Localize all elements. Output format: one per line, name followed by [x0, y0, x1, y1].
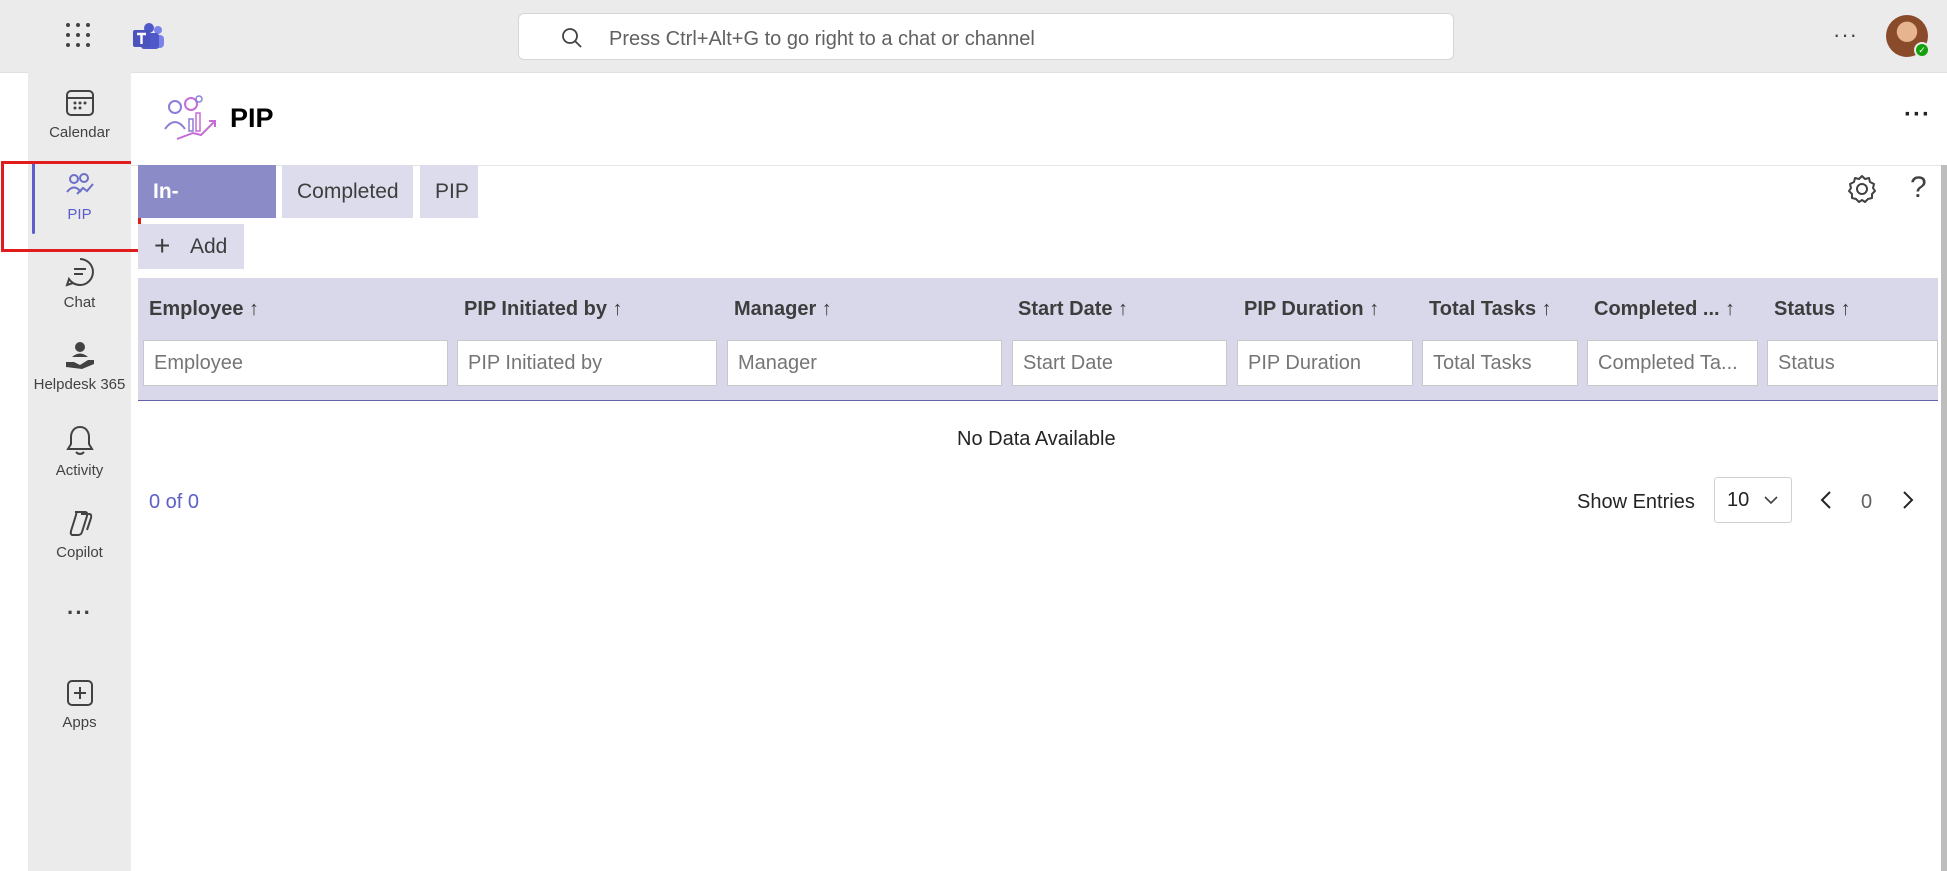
bell-icon	[65, 425, 94, 455]
column-header-completed-tasks[interactable]: Completed ... ↑	[1594, 298, 1735, 321]
more-apps-icon[interactable]: ···	[28, 600, 131, 626]
plus-icon: +	[154, 230, 171, 261]
rail-item-chat[interactable]: Chat	[28, 256, 131, 311]
rail-label-chat: Chat	[63, 294, 96, 311]
copilot-icon	[69, 511, 92, 536]
column-header-employee[interactable]: Employee ↑	[149, 298, 259, 321]
column-header-pip-duration[interactable]: PIP Duration ↑	[1244, 298, 1379, 321]
more-options-icon[interactable]: ···	[1833, 22, 1858, 48]
rail-label-apps: Apps	[62, 714, 97, 731]
gear-icon[interactable]	[1847, 174, 1877, 204]
show-entries-label: Show Entries	[1577, 491, 1695, 513]
add-label: Add	[190, 235, 228, 258]
pip-logo-icon	[164, 95, 216, 140]
rail-label-calendar: Calendar	[49, 124, 110, 141]
app-header: PIP ···	[131, 73, 1947, 166]
column-header-pip-initiated-by[interactable]: PIP Initiated by ↑	[464, 298, 623, 321]
filter-start-date[interactable]	[1012, 340, 1227, 386]
current-page-number: 0	[1861, 491, 1873, 513]
help-icon[interactable]: ?	[1910, 171, 1927, 205]
filter-total-tasks[interactable]	[1422, 340, 1578, 386]
rail-label-activity: Activity	[55, 462, 104, 479]
chat-icon	[64, 258, 94, 287]
filter-pip-initiated-by[interactable]	[457, 340, 717, 386]
calendar-icon	[65, 90, 94, 116]
teams-logo-icon	[133, 23, 164, 49]
filter-manager[interactable]	[727, 340, 1002, 386]
page-size-select[interactable]: 10	[1714, 477, 1792, 523]
rail-item-helpdesk[interactable]: Helpdesk 365	[28, 340, 131, 393]
column-header-total-tasks[interactable]: Total Tasks ↑	[1429, 298, 1552, 321]
tab-in-progress[interactable]: In-Progress	[138, 165, 276, 256]
app-launcher-icon[interactable]	[66, 23, 92, 49]
filter-completed-tasks[interactable]	[1587, 340, 1758, 386]
rail-item-apps[interactable]: Apps	[28, 678, 131, 731]
apps-plus-icon	[66, 680, 93, 706]
filter-pip-duration[interactable]	[1237, 340, 1413, 386]
column-header-manager[interactable]: Manager ↑	[734, 298, 832, 321]
column-header-start-date[interactable]: Start Date ↑	[1018, 298, 1128, 321]
scrollbar[interactable]	[1941, 165, 1947, 871]
rail-item-activity[interactable]: Activity	[28, 424, 131, 479]
page-size-value: 10	[1727, 489, 1750, 511]
column-header-status[interactable]: Status ↑	[1774, 298, 1851, 321]
rail-label-helpdesk: Helpdesk 365	[33, 376, 126, 393]
rail-item-calendar[interactable]: Calendar	[28, 88, 131, 141]
highlight-box	[1, 161, 141, 252]
empty-message: No Data Available	[957, 428, 1116, 450]
chevron-right-icon[interactable]	[1900, 488, 1916, 512]
tab-pip[interactable]: PIP	[420, 165, 478, 218]
record-count: 0 of 0	[149, 491, 200, 513]
page-title: PIP	[230, 103, 274, 133]
add-button[interactable]: + Add	[138, 224, 244, 269]
search-placeholder: Press Ctrl+Alt+G to go right to a chat o…	[609, 28, 1035, 50]
data-grid-header: Employee ↑ PIP Initiated by ↑ Manager ↑ …	[138, 278, 1938, 401]
presence-available-icon: ✓	[1914, 42, 1930, 58]
chevron-down-icon	[1764, 496, 1778, 505]
rail-label-copilot: Copilot	[56, 544, 103, 561]
rail-item-copilot[interactable]: Copilot	[28, 508, 131, 561]
search-box[interactable]: Press Ctrl+Alt+G to go right to a chat o…	[518, 13, 1454, 60]
chevron-left-icon[interactable]	[1818, 488, 1834, 512]
top-bar: Press Ctrl+Alt+G to go right to a chat o…	[0, 0, 1947, 73]
search-icon	[562, 28, 582, 48]
filter-status[interactable]	[1767, 340, 1938, 386]
tab-completed[interactable]: Completed	[282, 165, 413, 218]
filter-employee[interactable]	[143, 340, 448, 386]
helpdesk-icon	[65, 342, 94, 369]
app-more-icon[interactable]: ···	[1904, 101, 1931, 129]
